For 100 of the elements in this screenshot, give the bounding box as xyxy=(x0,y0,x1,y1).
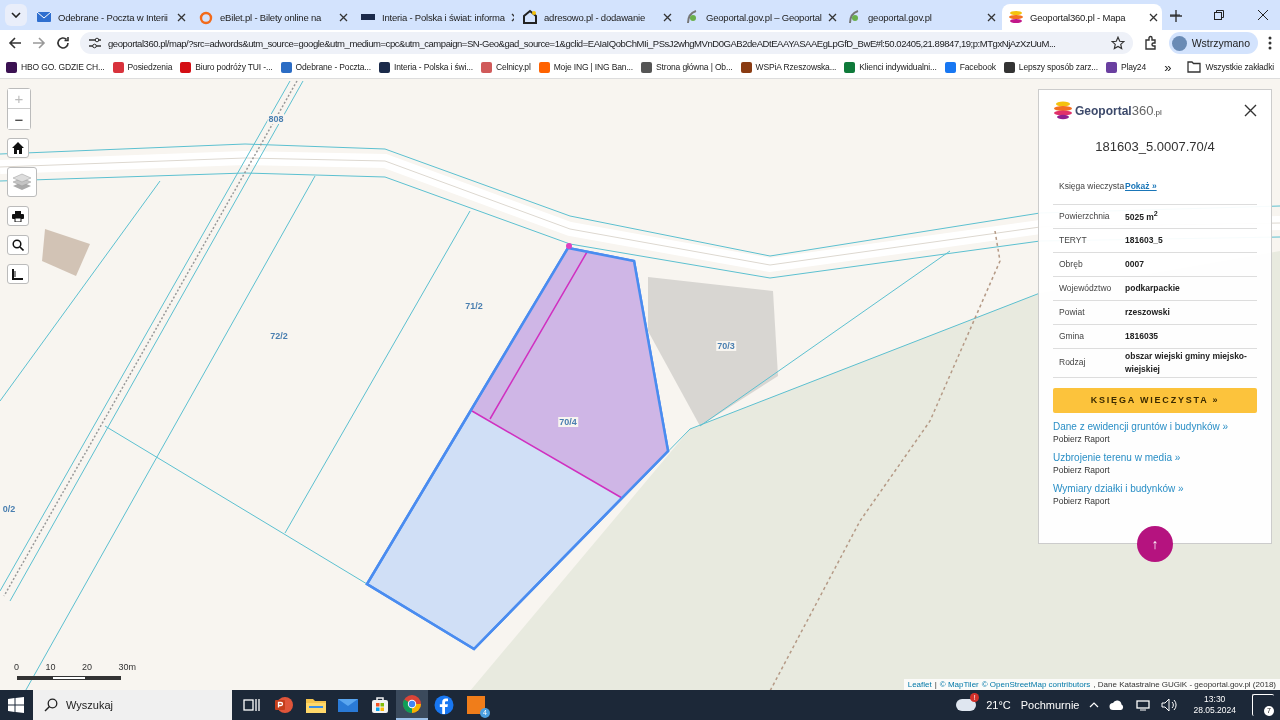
mail-icon xyxy=(338,697,358,713)
parcel-label: 808 xyxy=(267,114,285,124)
report-link[interactable]: Wymiary działki i budynków » xyxy=(1053,482,1184,494)
taskbar-search-field[interactable]: Wyszukaj xyxy=(33,690,232,720)
bookmark-link[interactable]: Lepszy sposób zarz... xyxy=(1003,61,1098,73)
clock-time: 13:30 xyxy=(1204,693,1226,705)
attribution-text: | xyxy=(934,680,937,689)
all-bookmarks-link[interactable]: Wszystkie zakładki xyxy=(1187,61,1274,73)
bookmark-link[interactable]: Interia - Polska i świ... xyxy=(379,61,473,73)
scale-label: 10 xyxy=(45,662,56,672)
field-value: rzeszowski xyxy=(1125,306,1171,319)
close-icon[interactable] xyxy=(987,12,996,22)
more-bookmarks-button[interactable]: » xyxy=(1164,59,1172,75)
ruler-icon xyxy=(12,268,24,280)
parcel-label: 70/4 xyxy=(558,417,578,427)
favicon-icon xyxy=(1008,9,1024,25)
attribution-link[interactable]: Leaflet xyxy=(907,680,932,689)
home-button[interactable] xyxy=(7,138,29,158)
field-value: 1816035 xyxy=(1125,330,1160,343)
close-icon[interactable] xyxy=(1149,12,1158,22)
search-button[interactable] xyxy=(7,235,29,255)
weather-text: Pochmurnie xyxy=(1020,699,1080,711)
download-report-link[interactable]: Pobierz Raport xyxy=(1053,464,1110,475)
chevron-up-icon[interactable] xyxy=(1089,702,1100,708)
browser-tab[interactable]: adresowo.pl - dodawanie xyxy=(516,4,676,30)
close-icon[interactable] xyxy=(1258,10,1268,20)
cloud-icon[interactable] xyxy=(1109,700,1126,710)
favicon-icon xyxy=(198,9,214,25)
field-label: TERYT xyxy=(1058,234,1088,247)
bookmark-link[interactable]: HBO GO. GDZIE CH... xyxy=(6,61,105,73)
speaker-icon[interactable] xyxy=(1161,698,1178,712)
taskbar-app[interactable] xyxy=(396,690,428,720)
report-link[interactable]: Dane z ewidencji gruntów i budynków » xyxy=(1053,420,1229,432)
scale-label: 20 xyxy=(81,662,92,672)
attribution-link[interactable]: © MapTiler xyxy=(939,680,979,689)
bookmark-link[interactable]: WSPiA Rzeszowska... xyxy=(740,61,837,73)
menu-icon[interactable] xyxy=(1268,36,1272,50)
parcel-label: 70/3 xyxy=(716,341,736,351)
bookmark-link[interactable]: Klienci indywidualni... xyxy=(844,61,937,73)
logo-icon xyxy=(1053,100,1073,120)
windows-start-icon[interactable] xyxy=(8,697,24,713)
close-icon[interactable] xyxy=(663,12,672,22)
temperature-text: 21°C xyxy=(986,699,1011,711)
bookmark-link[interactable]: Biuro podróży TUI -... xyxy=(180,61,273,73)
network-icon[interactable] xyxy=(1135,699,1152,711)
browser-tab[interactable]: geoportal.gov.pl xyxy=(840,4,1000,30)
tab-search-button[interactable] xyxy=(5,4,27,26)
search-icon xyxy=(12,239,24,251)
show-link[interactable]: Pokaż » xyxy=(1125,179,1257,193)
bookmark-link[interactable]: Strona główna | Ob... xyxy=(641,61,733,73)
bookmark-link[interactable]: Facebook xyxy=(944,61,996,73)
measure-button[interactable] xyxy=(7,264,29,284)
field-value: 181603_5 xyxy=(1125,234,1164,247)
task-view-icon xyxy=(243,697,261,713)
reload-icon[interactable] xyxy=(56,36,70,50)
parcel-id: 181603_5.0007.70/4 xyxy=(1094,139,1216,154)
close-icon[interactable] xyxy=(339,12,348,22)
download-report-link[interactable]: Pobierz Raport xyxy=(1053,433,1110,444)
attribution-link[interactable]: © OpenStreetMap contributors xyxy=(981,680,1091,689)
download-report-link[interactable]: Pobierz Raport xyxy=(1053,495,1110,506)
clock-date: 28.05.2024 xyxy=(1193,705,1236,717)
bookmark-link[interactable]: Play24 xyxy=(1105,61,1146,73)
close-icon[interactable] xyxy=(827,12,837,22)
social-app-icon xyxy=(434,695,454,715)
extensions-icon[interactable] xyxy=(1142,35,1159,51)
browser-tab[interactable]: Odebrane - Poczta w Interii xyxy=(30,4,190,30)
print-icon xyxy=(12,210,24,222)
browser-tab[interactable]: eBilet.pl - Bilety online na xyxy=(192,4,352,30)
parcel-label: 71/2 xyxy=(464,301,484,311)
field-value: podkarpackie xyxy=(1125,282,1181,295)
site-settings-icon[interactable] xyxy=(88,36,102,50)
browser-tab[interactable]: Geoportal360.pl - Mapa xyxy=(1002,4,1162,30)
land-register-button[interactable]: KSIĘGA WIECZYSTA » xyxy=(1053,387,1257,413)
home-icon xyxy=(12,142,24,154)
favicon-icon xyxy=(522,9,538,25)
address-bar[interactable]: geoportal360.pl/map/?src=adwords&utm_source=google&utm_medium=cpc&utm_campaign=SN-Geo&gad_source=1&gclid=EAIaIQobChMIi_PSsJ2whgMVnD0GAB2deADtEAAYASAAEgLpGfD_BwE#l:50.02405,21.89847,19;p:MTgxNjAzXzUuM... xyxy=(80,32,1133,54)
bookmark-link[interactable]: Posiedzenia xyxy=(112,61,173,73)
profile-button[interactable]: Wstrzymano xyxy=(1168,32,1258,54)
browser-app-icon xyxy=(402,694,422,714)
print-button[interactable] xyxy=(7,206,29,226)
attribution-text: , Dane Katastralne GUGiK - geoportal.gov.pl (2018) xyxy=(1093,680,1276,689)
forward-icon[interactable] xyxy=(32,36,46,50)
bookmark-link[interactable]: Celnicy.pl xyxy=(480,61,531,73)
report-link[interactable]: Uzbrojenie terenu w media » xyxy=(1053,451,1181,463)
parcel-label: 72/2 xyxy=(269,331,289,341)
field-label: Województwo xyxy=(1058,282,1113,295)
browser-tab[interactable]: Geoportal.gov.pl – Geoportal xyxy=(678,4,838,30)
logo-text: Geoportal360.pl xyxy=(1075,102,1162,118)
bookmark-star-icon[interactable] xyxy=(1110,36,1125,50)
close-icon[interactable] xyxy=(177,12,186,22)
close-icon[interactable] xyxy=(1244,103,1257,117)
restore-icon[interactable] xyxy=(1214,10,1224,20)
browser-tab[interactable]: Interia - Polska i świat: informa xyxy=(354,4,514,30)
bookmark-link[interactable]: Odebrane - Poczta... xyxy=(280,61,371,73)
back-icon[interactable] xyxy=(8,36,22,50)
bookmark-link[interactable]: Moje ING | ING Ban... xyxy=(538,61,634,73)
presentation-app-icon xyxy=(274,695,294,715)
field-value: obszar wiejski gminy miejsko-wiejskiej xyxy=(1125,350,1248,376)
field-label: Rodzaj xyxy=(1058,356,1087,370)
field-value: 5025 m$^{2}$ xyxy=(1125,209,1159,224)
